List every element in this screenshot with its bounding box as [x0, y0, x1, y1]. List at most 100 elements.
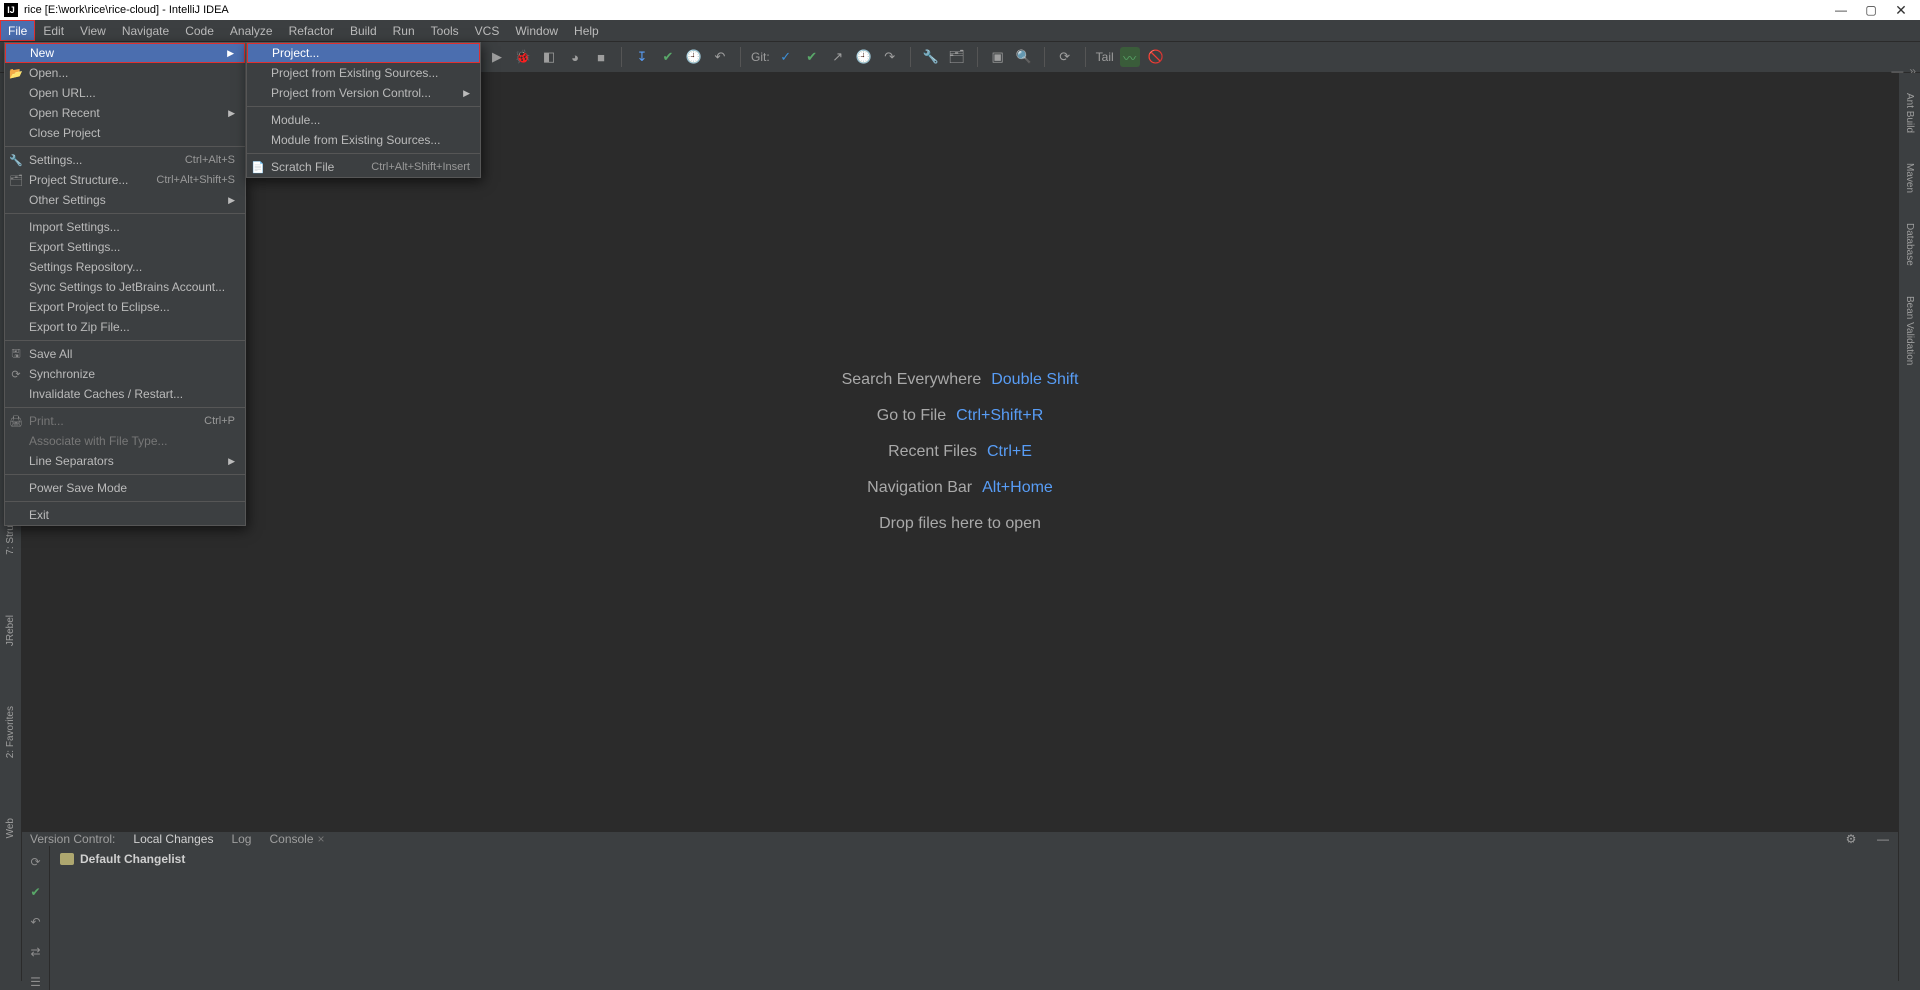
menu-item-import-settings[interactable]: Import Settings... [5, 217, 245, 237]
tool-maven[interactable]: Maven [1904, 163, 1915, 193]
project-structure-icon: 🗂 [9, 173, 23, 187]
menu-item-invalidate[interactable]: Invalidate Caches / Restart... [5, 384, 245, 404]
vcs-history-icon[interactable]: 🕘 [684, 47, 704, 67]
menu-edit[interactable]: Edit [35, 20, 72, 41]
tail-label[interactable]: Tail [1096, 50, 1114, 64]
menu-item-synchronize[interactable]: ⟳ Synchronize [5, 364, 245, 384]
menu-item-associate[interactable]: Associate with File Type... [5, 431, 245, 451]
menu-item-print[interactable]: 🖨 Print...Ctrl+P [5, 411, 245, 431]
search-icon[interactable]: 🔍 [1014, 47, 1034, 67]
menu-refactor[interactable]: Refactor [281, 20, 342, 41]
window-minimize-button[interactable]: — [1826, 3, 1856, 17]
menu-item-open-url[interactable]: Open URL... [5, 83, 245, 103]
submenu-item-scratch[interactable]: 📄 Scratch FileCtrl+Alt+Shift+Insert [247, 157, 480, 177]
default-changelist-row[interactable]: Default Changelist [60, 852, 1888, 866]
menu-view[interactable]: View [72, 20, 114, 41]
settings-wrench-icon[interactable]: 🔧 [921, 47, 941, 67]
menu-item-new[interactable]: New▶ [5, 43, 245, 63]
git-push-icon[interactable]: ↗ [828, 47, 848, 67]
submenu-item-module-existing[interactable]: Module from Existing Sources... [247, 130, 480, 150]
git-clock-icon[interactable]: 🕘 [854, 47, 874, 67]
vcs-commit-icon[interactable]: ✔ [658, 47, 678, 67]
project-structure-icon[interactable]: 🗂 [947, 47, 967, 67]
menu-separator [5, 474, 245, 475]
menu-item-open-recent[interactable]: Open Recent▶ [5, 103, 245, 123]
menu-navigate[interactable]: Navigate [114, 20, 177, 41]
menu-separator [5, 407, 245, 408]
jrebel-icon[interactable]: ⟳ [1055, 47, 1075, 67]
menu-window[interactable]: Window [507, 20, 566, 41]
vcs-update-icon[interactable]: ↧ [632, 47, 652, 67]
menu-item-settings[interactable]: 🔧 Settings...Ctrl+Alt+S [5, 150, 245, 170]
main-area: Search EverywhereDouble Shift Go to File… [22, 73, 1898, 981]
menu-separator [5, 340, 245, 341]
tool-ant[interactable]: Ant Build [1904, 93, 1915, 133]
profile-icon[interactable]: ◕ [565, 47, 585, 67]
submenu-item-project[interactable]: Project... [247, 43, 480, 63]
run-play-icon[interactable]: ▶ [487, 47, 507, 67]
stop-icon[interactable]: ■ [591, 47, 611, 67]
menu-code[interactable]: Code [177, 20, 222, 41]
menu-item-export-settings[interactable]: Export Settings... [5, 237, 245, 257]
menu-item-export-eclipse[interactable]: Export Project to Eclipse... [5, 297, 245, 317]
git-commit-icon[interactable]: ✔ [802, 47, 822, 67]
debug-icon[interactable]: 🐞 [513, 47, 533, 67]
tool-jrebel[interactable]: JRebel [5, 615, 16, 646]
menu-separator [5, 146, 245, 147]
rollback-icon[interactable]: ↶ [28, 914, 44, 930]
hide-panel-icon[interactable]: — [1876, 832, 1890, 846]
bottom-label-vc: Version Control: [30, 832, 115, 846]
menu-help[interactable]: Help [566, 20, 607, 41]
menu-item-open[interactable]: 📂 Open... [5, 63, 245, 83]
vcs-revert-icon[interactable]: ↶ [710, 47, 730, 67]
commit-icon[interactable]: ✔ [28, 884, 44, 900]
submenu-item-project-existing[interactable]: Project from Existing Sources... [247, 63, 480, 83]
gear-icon[interactable]: ⚙ [1844, 832, 1858, 846]
menu-item-project-structure[interactable]: 🗂 Project Structure...Ctrl+Alt+Shift+S [5, 170, 245, 190]
menu-item-close-project[interactable]: Close Project [5, 123, 245, 143]
menu-vcs[interactable]: VCS [467, 20, 508, 41]
menu-item-save-all[interactable]: 🖫 Save All [5, 344, 245, 364]
tab-log[interactable]: Log [231, 832, 251, 846]
menu-tools[interactable]: Tools [423, 20, 467, 41]
toolbar-separator [740, 47, 741, 67]
menu-item-line-separators[interactable]: Line Separators▶ [5, 451, 245, 471]
bottom-tabs: Version Control: Local Changes Log Conso… [22, 832, 1898, 846]
menu-item-settings-repo[interactable]: Settings Repository... [5, 257, 245, 277]
tool-favorites[interactable]: 2: Favorites [5, 706, 16, 758]
window-maximize-button[interactable]: ▢ [1856, 3, 1886, 17]
close-tab-icon[interactable]: × [318, 832, 325, 846]
menu-item-exit[interactable]: Exit [5, 505, 245, 525]
tool-bean[interactable]: Bean Validation [1904, 296, 1915, 365]
forbid-icon[interactable]: 🚫 [1146, 47, 1166, 67]
app-icon: IJ [4, 3, 18, 17]
hint-recent-files: Recent FilesCtrl+E [888, 443, 1032, 461]
refresh-icon[interactable]: ⟳ [28, 854, 44, 870]
version-control-body: ⟳ ✔ ↶ ⇄ ☰ Default Changelist [22, 846, 1898, 990]
menu-item-export-zip[interactable]: Export to Zip File... [5, 317, 245, 337]
menu-run[interactable]: Run [385, 20, 423, 41]
screenshot-icon[interactable]: ▣ [988, 47, 1008, 67]
tab-console[interactable]: Console × [269, 832, 324, 846]
workspace: 7: Structure JRebel 2: Favorites Web Sea… [0, 73, 1920, 981]
menu-item-sync-settings[interactable]: Sync Settings to JetBrains Account... [5, 277, 245, 297]
diff-icon[interactable]: ⇄ [28, 944, 44, 960]
menu-build[interactable]: Build [342, 20, 385, 41]
submenu-item-module[interactable]: Module... [247, 110, 480, 130]
coverage-icon[interactable]: ◧ [539, 47, 559, 67]
menu-item-power-save[interactable]: Power Save Mode [5, 478, 245, 498]
menu-file[interactable]: File [0, 20, 35, 41]
tool-database[interactable]: Database [1904, 223, 1915, 266]
menu-separator [247, 153, 480, 154]
menu-item-other-settings[interactable]: Other Settings▶ [5, 190, 245, 210]
changelist-icon[interactable]: ☰ [28, 974, 44, 990]
profiler-icon[interactable]: 〰 [1120, 47, 1140, 67]
window-close-button[interactable]: ✕ [1886, 2, 1916, 19]
submenu-item-project-vcs[interactable]: Project from Version Control...▶ [247, 83, 480, 103]
menu-analyze[interactable]: Analyze [222, 20, 281, 41]
tab-local-changes[interactable]: Local Changes [133, 832, 213, 846]
tool-web[interactable]: Web [5, 818, 16, 838]
git-undo-icon[interactable]: ↷ [880, 47, 900, 67]
toolbar-separator [1085, 47, 1086, 67]
git-pull-icon[interactable]: ✓ [776, 47, 796, 67]
